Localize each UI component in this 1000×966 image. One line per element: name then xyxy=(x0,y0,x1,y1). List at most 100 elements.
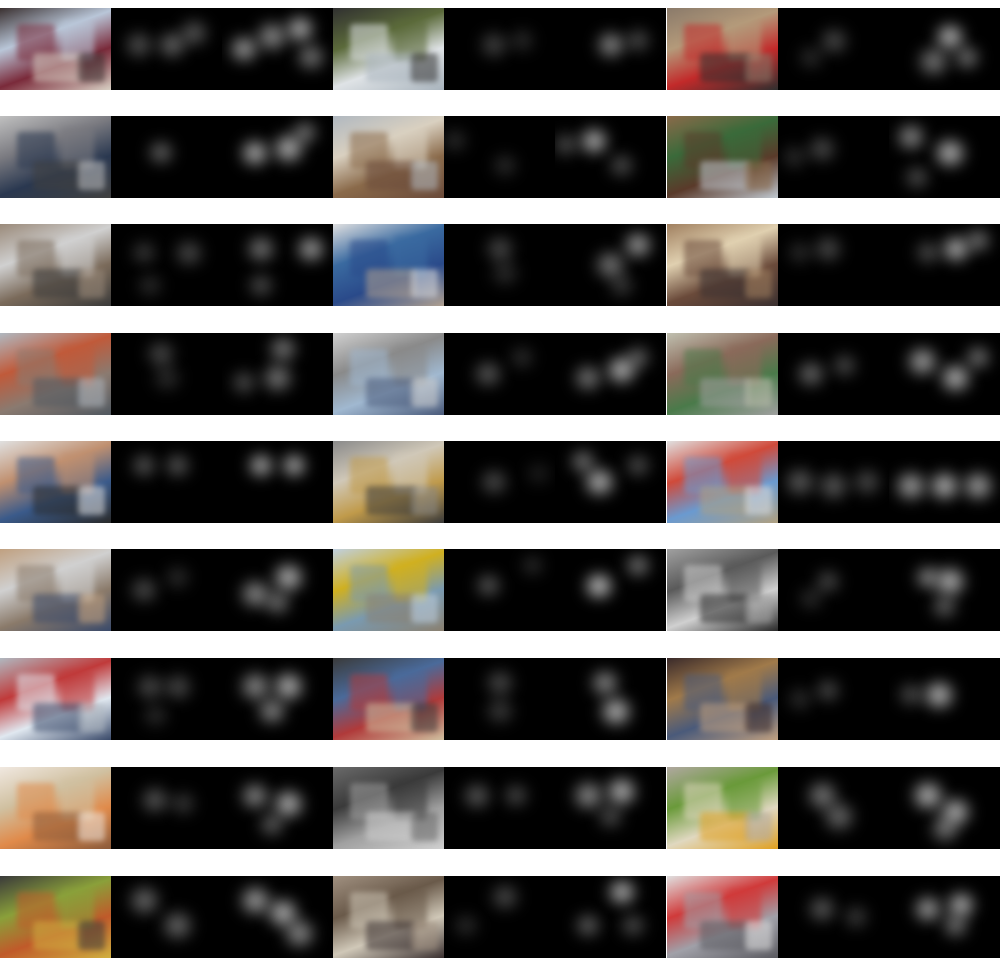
source-photo xyxy=(0,767,111,849)
source-photo xyxy=(667,224,778,306)
photo-region xyxy=(33,486,84,515)
saliency-blob xyxy=(475,468,512,496)
saliency-map-fixation xyxy=(444,8,555,90)
saliency-map-dense xyxy=(555,658,666,740)
photo-region xyxy=(77,53,106,82)
grid-row xyxy=(0,767,1000,849)
saliency-blob xyxy=(159,672,196,701)
saliency-map-dense xyxy=(889,8,1000,90)
photo-region xyxy=(366,594,417,623)
saliency-blob xyxy=(572,912,605,938)
image-triplet-sandwich-on-plate xyxy=(667,767,1000,849)
saliency-blob xyxy=(813,470,854,502)
source-photo xyxy=(667,116,778,198)
photo-region xyxy=(744,812,773,841)
saliency-blob xyxy=(616,912,649,938)
saliency-blob xyxy=(913,45,954,77)
photo-region xyxy=(366,161,417,190)
photo-region xyxy=(700,921,751,950)
photo-region xyxy=(77,269,106,298)
saliency-blob xyxy=(255,811,289,837)
saliency-blob xyxy=(126,576,163,604)
source-photo xyxy=(333,658,444,740)
source-photo xyxy=(0,8,111,90)
photo-region xyxy=(700,269,751,298)
saliency-blob xyxy=(228,369,261,395)
photo-region xyxy=(33,921,84,950)
image-triplet-dog-watching-tv xyxy=(667,116,1000,198)
saliency-blob xyxy=(784,686,817,712)
image-triplet-windsurf-boards-beach xyxy=(667,441,1000,523)
saliency-map-fixation xyxy=(111,8,222,90)
saliency-blob xyxy=(900,164,933,191)
saliency-blob xyxy=(622,453,655,479)
saliency-map-dense xyxy=(889,549,1000,631)
photo-region xyxy=(33,161,84,190)
source-photo xyxy=(667,767,778,849)
saliency-blob xyxy=(804,894,841,923)
image-triplet-storefront-with-scooters xyxy=(667,8,1000,90)
saliency-map-dense xyxy=(889,441,1000,523)
saliency-blob xyxy=(481,234,518,263)
photo-region xyxy=(410,594,439,623)
photo-region xyxy=(744,53,773,82)
source-photo xyxy=(0,116,111,198)
photo-region xyxy=(77,594,106,623)
saliency-blob xyxy=(893,122,930,151)
saliency-blob xyxy=(778,144,811,170)
saliency-map-fixation xyxy=(778,441,889,523)
saliency-map-fixation xyxy=(444,116,555,198)
saliency-blob xyxy=(244,272,278,299)
saliency-blob xyxy=(958,470,998,502)
image-triplet-man-in-living-room xyxy=(333,876,666,958)
image-triplet-two-men-portrait xyxy=(0,441,333,523)
saliency-map-dense xyxy=(889,876,1000,958)
saliency-blob xyxy=(481,668,518,697)
saliency-blob xyxy=(161,453,194,479)
saliency-blob xyxy=(620,230,657,259)
image-triplet-man-at-computer-desk xyxy=(0,224,333,306)
photo-region xyxy=(744,703,773,732)
photo-region xyxy=(77,161,106,190)
source-photo xyxy=(333,549,444,631)
saliency-map-fixation xyxy=(111,116,222,198)
saliency-blob xyxy=(586,668,623,697)
saliency-blob xyxy=(176,18,213,47)
saliency-blob xyxy=(488,152,522,178)
photo-region xyxy=(33,703,84,732)
saliency-map-dense xyxy=(222,333,333,415)
saliency-blob xyxy=(289,119,322,145)
photo-region xyxy=(366,812,417,841)
image-triplet-office-desk-chair xyxy=(333,441,666,523)
saliency-blob xyxy=(601,776,642,807)
saliency-map-fixation xyxy=(444,333,555,415)
saliency-map-dense xyxy=(889,224,1000,306)
image-triplet-kitchen-person xyxy=(333,116,666,198)
grid-row xyxy=(0,876,1000,958)
saliency-blob xyxy=(605,272,638,299)
saliency-blob xyxy=(961,227,994,253)
saliency-blob xyxy=(819,800,859,832)
saliency-map-dense xyxy=(222,876,333,958)
photo-region xyxy=(744,921,773,950)
saliency-map-fixation xyxy=(444,767,555,849)
saliency-blob xyxy=(505,28,538,54)
photo-region xyxy=(744,161,773,190)
saliency-blob xyxy=(795,585,828,611)
photo-region xyxy=(744,486,773,515)
photo-region xyxy=(700,378,751,407)
photo-region xyxy=(700,594,751,623)
grid-row xyxy=(0,8,1000,90)
saliency-blob xyxy=(961,345,994,371)
grid-row xyxy=(0,441,1000,523)
saliency-blob xyxy=(811,678,845,704)
saliency-map-dense xyxy=(555,8,666,90)
source-photo xyxy=(667,658,778,740)
saliency-map-dense xyxy=(555,441,666,523)
saliency-blob xyxy=(505,345,538,371)
saliency-map-fixation xyxy=(444,549,555,631)
photo-region xyxy=(410,812,439,841)
image-triplet-subway-train-station xyxy=(667,876,1000,958)
saliency-blob xyxy=(128,240,161,266)
saliency-blob xyxy=(596,695,636,727)
